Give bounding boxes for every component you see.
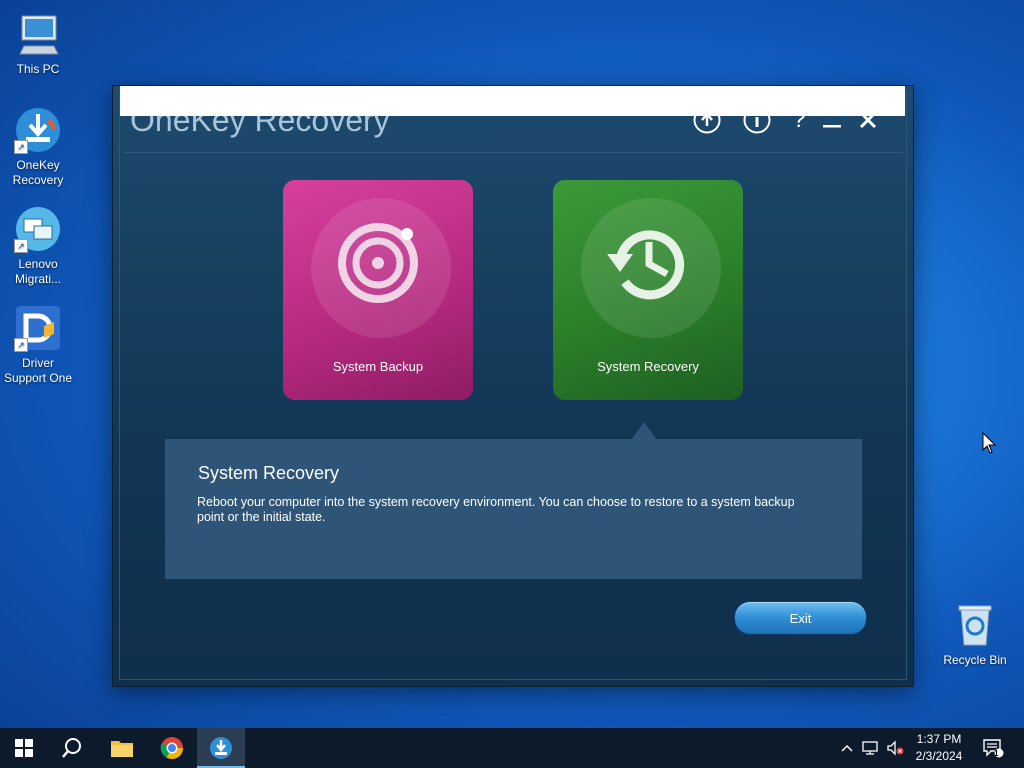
upload-button[interactable] — [693, 106, 721, 134]
taskbar-clock[interactable]: 1:37 PM 2/3/2024 — [906, 731, 972, 765]
taskbar-chrome[interactable] — [148, 728, 196, 768]
clock-date: 2/3/2024 — [915, 749, 963, 763]
backup-disc-icon — [338, 223, 418, 303]
upload-icon — [693, 106, 721, 134]
system-recovery-label: System Recovery — [597, 359, 699, 374]
file-explorer-icon — [111, 741, 133, 757]
start-button[interactable] — [0, 728, 48, 768]
desktop-icon-label: Driver Support One — [3, 356, 73, 385]
minimize-icon — [823, 125, 841, 128]
system-recovery-tile[interactable]: System Recovery — [553, 180, 743, 400]
shortcut-arrow-icon: ↗ — [14, 338, 28, 352]
shortcut-arrow-icon: ↗ — [14, 140, 28, 154]
volume-muted-icon — [887, 740, 904, 756]
help-button[interactable]: ? — [785, 106, 813, 134]
taskbar-file-explorer[interactable] — [98, 728, 146, 768]
notification-icon — [983, 739, 1004, 758]
desktop-icon-label: OneKey Recovery — [12, 158, 64, 187]
desktop-icon-onekey-recovery[interactable]: ↗ OneKey Recovery — [0, 106, 76, 188]
desktop-icon-driver-support-one[interactable]: ↗ Driver Support One — [0, 304, 76, 386]
desktop-icon-lenovo-migration[interactable]: ↗ Lenovo Migrati... — [0, 205, 76, 287]
onekey-recovery-window: OneKey Recovery ? System Backup System R… — [112, 85, 914, 687]
taskbar-onekey-recovery[interactable] — [197, 728, 245, 768]
search-icon — [62, 738, 81, 758]
clock-time: 1:37 PM — [916, 732, 962, 746]
info-pointer — [631, 422, 657, 440]
info-button[interactable] — [743, 106, 771, 134]
onekey-recovery-icon — [210, 737, 232, 759]
minimize-button[interactable] — [818, 106, 846, 134]
desktop-icon-label: Recycle Bin — [943, 653, 1007, 667]
desktop-icon-recycle-bin[interactable]: Recycle Bin — [937, 601, 1013, 668]
lenovo-migration-icon: ↗ — [14, 205, 62, 253]
close-button[interactable] — [854, 106, 882, 134]
show-hidden-icons-button[interactable] — [838, 728, 856, 768]
window-frame — [119, 92, 907, 680]
desktop-icon-label: Lenovo Migrati... — [14, 257, 61, 286]
notification-count: 1 — [994, 749, 999, 758]
description-panel: System Recovery Reboot your computer int… — [165, 439, 862, 579]
title-divider — [123, 152, 903, 153]
system-backup-tile[interactable]: System Backup — [283, 180, 473, 400]
volume-button[interactable] — [884, 728, 906, 768]
desktop-icon-label: This PC — [16, 62, 60, 76]
chevron-up-icon — [841, 744, 853, 752]
system-backup-label: System Backup — [332, 359, 424, 374]
start-icon — [15, 739, 33, 757]
description-title: System Recovery — [198, 463, 340, 483]
info-icon — [743, 106, 771, 134]
mouse-cursor-icon — [982, 431, 997, 459]
notification-center-button[interactable]: 1 — [978, 728, 1008, 768]
this-pc-icon — [14, 10, 62, 58]
onekey-recovery-icon: ↗ — [14, 106, 62, 154]
network-icon — [862, 741, 878, 755]
driver-support-one-icon: ↗ — [14, 304, 62, 352]
network-button[interactable] — [860, 728, 882, 768]
exit-button[interactable]: Exit — [734, 601, 867, 635]
description-text: Reboot your computer into the system rec… — [197, 495, 795, 524]
shortcut-arrow-icon: ↗ — [14, 239, 28, 253]
chrome-icon — [160, 737, 183, 759]
search-button[interactable] — [48, 728, 96, 768]
recycle-bin-icon — [951, 601, 999, 649]
taskbar: 1:37 PM 2/3/2024 1 — [0, 728, 1024, 768]
desktop-icon-this-pc[interactable]: This PC — [0, 10, 76, 77]
help-icon: ? — [792, 106, 806, 133]
recovery-clock-icon — [607, 230, 685, 300]
exit-label: Exit — [789, 610, 812, 626]
close-icon — [859, 111, 877, 129]
